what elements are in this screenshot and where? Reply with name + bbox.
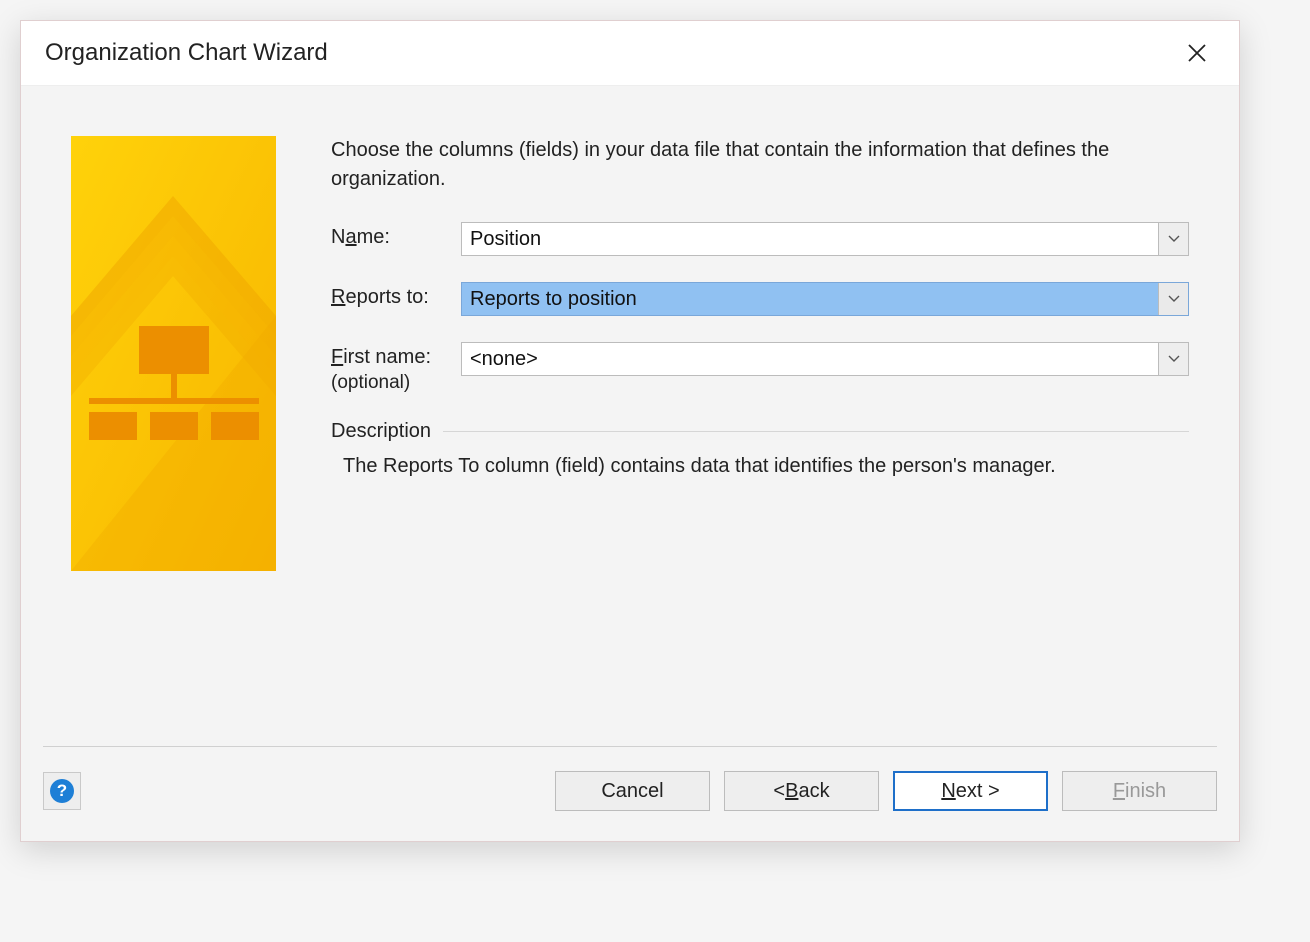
footer-separator [43,746,1217,747]
first-name-dropdown-value: <none> [462,343,1158,375]
finish-button: Finish [1062,771,1217,811]
wizard-illustration [71,136,276,571]
reports-to-row: Reports to: Reports to position [331,282,1189,316]
back-button[interactable]: < Back [724,771,879,811]
first-name-dropdown-button[interactable] [1158,343,1188,375]
description-title: Description [331,420,431,443]
name-dropdown-button[interactable] [1158,223,1188,255]
dialog-title: Organization Chart Wizard [45,39,328,67]
chevron-down-icon [1168,355,1180,363]
description-header: Description [331,420,1189,443]
first-name-dropdown[interactable]: <none> [461,342,1189,376]
reports-to-label: Reports to: [331,282,461,309]
chevron-down-icon [1168,295,1180,303]
first-name-row: First name: (optional) <none> [331,342,1189,394]
first-name-label: First name: (optional) [331,342,461,394]
reports-to-dropdown-button[interactable] [1158,283,1188,315]
instruction-text: Choose the columns (fields) in your data… [331,136,1189,194]
name-row: Name: Position [331,222,1189,256]
close-icon [1187,43,1207,63]
chevron-down-icon [1168,235,1180,243]
reports-to-dropdown[interactable]: Reports to position [461,282,1189,316]
name-dropdown[interactable]: Position [461,222,1189,256]
help-icon: ? [50,779,74,803]
form-area: Choose the columns (fields) in your data… [331,136,1189,746]
help-button[interactable]: ? [43,772,81,810]
footer-buttons: ? Cancel < Back Next > Finish [43,771,1217,811]
name-dropdown-value: Position [462,223,1158,255]
next-button[interactable]: Next > [893,771,1048,811]
reports-to-dropdown-value: Reports to position [462,283,1158,315]
titlebar: Organization Chart Wizard [21,21,1239,86]
name-label: Name: [331,222,461,249]
wizard-dialog: Organization Chart Wizard [20,20,1240,842]
content-area: Choose the columns (fields) in your data… [21,86,1239,746]
close-button[interactable] [1179,35,1215,71]
description-divider [443,431,1189,432]
description-section: Description The Reports To column (field… [331,420,1189,478]
footer: ? Cancel < Back Next > Finish [21,746,1239,841]
cancel-button[interactable]: Cancel [555,771,710,811]
description-text: The Reports To column (field) contains d… [331,455,1189,478]
